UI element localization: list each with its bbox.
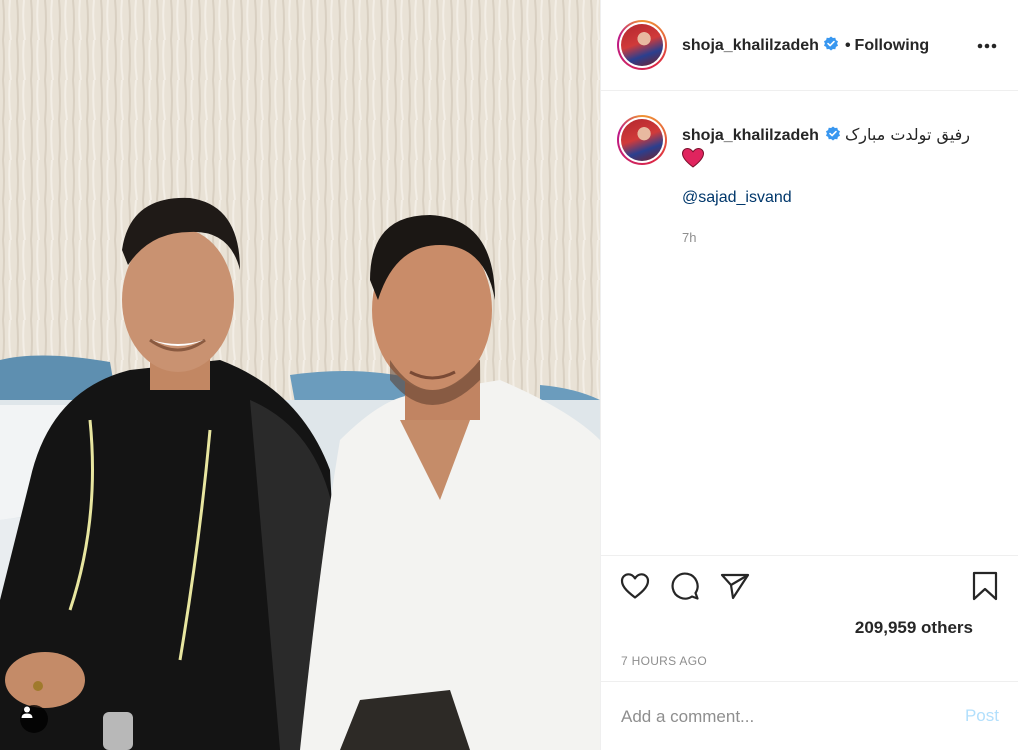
post-details-panel: shoja_khalilzadeh • Following shoja_khali…	[600, 0, 1018, 750]
post-comment-button[interactable]: Post	[965, 706, 999, 726]
post-photo[interactable]	[0, 0, 600, 750]
caption-avatar[interactable]	[617, 115, 667, 165]
caption-text: shoja_khalilzadeh رفیق تولدت مبارک	[682, 123, 992, 172]
post-photo-illustration	[0, 0, 600, 750]
comment-icon	[671, 572, 699, 600]
post-header: shoja_khalilzadeh • Following	[601, 0, 1018, 91]
red-heart-emoji-icon	[682, 148, 704, 168]
comment-input[interactable]	[621, 704, 941, 730]
comment-form: Post	[601, 681, 1018, 750]
bookmark-icon	[972, 571, 998, 601]
caption-timestamp[interactable]: 7h	[682, 230, 696, 245]
user-tag-icon	[21, 706, 33, 718]
more-options-button[interactable]	[975, 34, 999, 58]
header-user-info: shoja_khalilzadeh • Following	[682, 36, 929, 55]
like-button[interactable]	[619, 570, 651, 602]
caption-section: shoja_khalilzadeh رفیق تولدت مبارک @saja…	[601, 91, 1018, 555]
follow-separator: •	[844, 37, 851, 54]
caption-message: رفیق تولدت مبارک	[844, 125, 971, 144]
save-button[interactable]	[969, 570, 1001, 602]
comment-button[interactable]	[669, 570, 701, 602]
verified-badge-icon	[823, 36, 838, 51]
user-tag-button[interactable]	[20, 705, 48, 733]
paper-plane-icon	[720, 573, 750, 600]
avatar[interactable]	[617, 20, 667, 70]
verified-badge-icon	[825, 126, 840, 141]
caption-username-link[interactable]: shoja_khalilzadeh	[682, 127, 819, 144]
mention-link[interactable]: @sajad_isvand	[682, 189, 792, 207]
post-timestamp[interactable]: 7 HOURS AGO	[621, 654, 707, 668]
share-button[interactable]	[719, 570, 751, 602]
heart-icon	[620, 573, 650, 599]
username-link[interactable]: shoja_khalilzadeh	[682, 37, 819, 54]
more-options-icon	[977, 43, 997, 49]
following-button[interactable]: Following	[855, 37, 930, 54]
likes-count[interactable]: 209,959 others	[855, 618, 973, 638]
post-actions: 209,959 others 7 HOURS AGO	[601, 555, 1018, 681]
